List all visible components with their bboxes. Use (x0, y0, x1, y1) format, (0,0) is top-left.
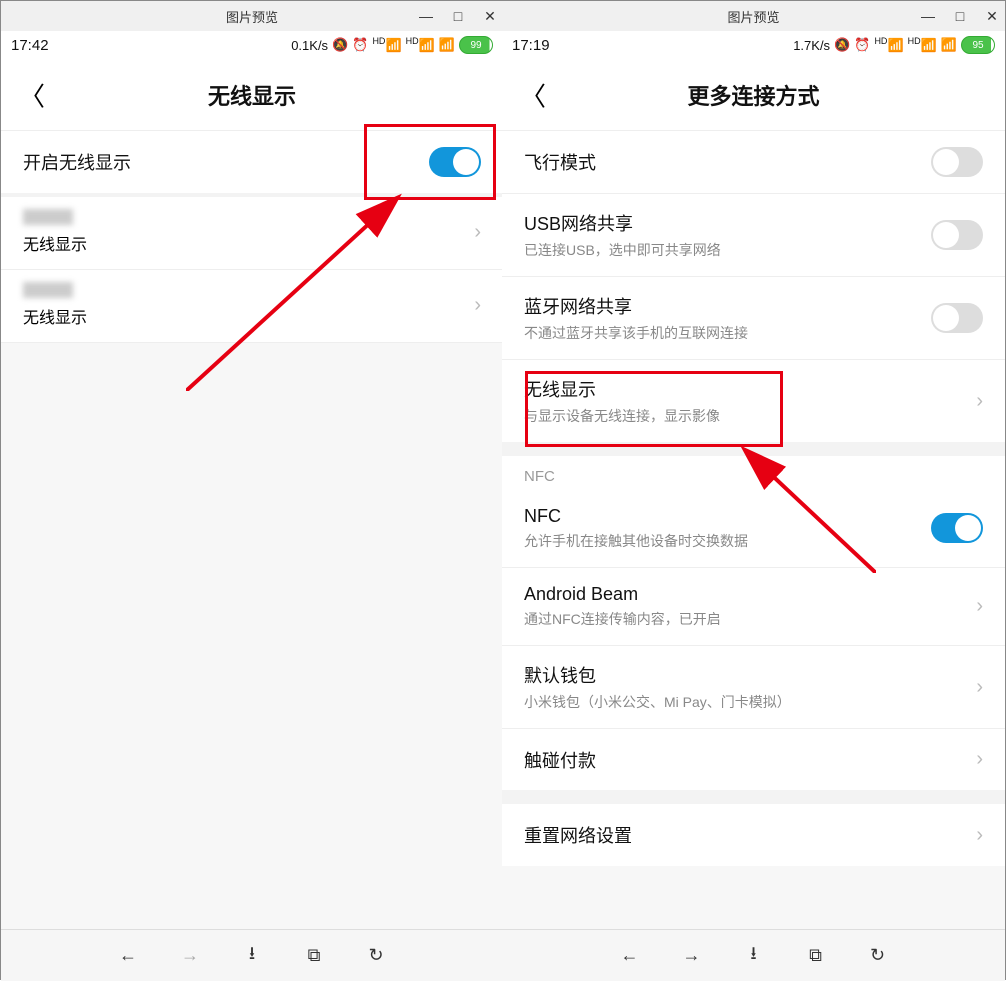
row-title: 默认钱包 (524, 662, 791, 688)
right-content: 飞行模式 USB网络共享 已连接USB，选中即可共享网络 蓝牙网络共享 不通过蓝… (502, 131, 1005, 981)
maximize-icon[interactable]: □ (951, 8, 969, 24)
android-beam-row[interactable]: Android Beam 通过NFC连接传输内容，已开启 › (502, 567, 1005, 645)
actual-size-icon[interactable]: ⧉ (805, 945, 827, 966)
window-titlebar: 图片预览 — □ ✕ (1, 1, 503, 31)
close-icon[interactable]: ✕ (481, 8, 499, 25)
enable-wireless-display-row[interactable]: 开启无线显示 (1, 131, 503, 193)
device-row[interactable]: 无线显示 › (1, 197, 503, 270)
alarm-icon: ⏰ (854, 37, 870, 53)
status-netspeed: 0.1K/s (291, 38, 328, 53)
row-sub: 与显示设备无线连接，显示影像 (524, 406, 720, 426)
page-header: 〈 无线显示 (1, 59, 503, 131)
left-content: 开启无线显示 无线显示 › 无线显示 › (1, 131, 503, 981)
airplane-mode-row[interactable]: 飞行模式 (502, 131, 1005, 193)
signal-icon: HD📶 (874, 36, 903, 53)
actual-size-icon[interactable]: ⧉ (303, 945, 325, 966)
window-controls: — □ ✕ (919, 1, 1001, 31)
default-wallet-row[interactable]: 默认钱包 小米钱包（小米公交、Mi Pay、门卡模拟） › (502, 645, 1005, 728)
mute-icon: 🔕 (332, 37, 348, 53)
nav-forward-icon[interactable]: → (681, 945, 703, 966)
row-sub: 允许手机在接触其他设备时交换数据 (524, 531, 748, 551)
wireless-display-row[interactable]: 无线显示 与显示设备无线连接，显示影像 › (502, 359, 1005, 442)
refresh-icon[interactable]: ↻ (365, 945, 387, 966)
maximize-icon[interactable]: □ (449, 8, 467, 24)
alarm-icon: ⏰ (352, 37, 368, 53)
row-sub: 已连接USB，选中即可共享网络 (524, 240, 721, 260)
phone-statusbar: 17:19 1.7K/s 🔕 ⏰ HD📶 HD📶 📶 95 (502, 31, 1005, 59)
battery-icon: 99 (459, 36, 493, 54)
page-title: 无线显示 (208, 79, 296, 111)
bt-tether-row[interactable]: 蓝牙网络共享 不通过蓝牙共享该手机的互联网连接 (502, 276, 1005, 359)
chevron-right-icon: › (976, 824, 983, 847)
nfc-row[interactable]: NFC 允许手机在接触其他设备时交换数据 (502, 489, 1005, 567)
refresh-icon[interactable]: ↻ (867, 945, 889, 966)
chevron-right-icon: › (474, 221, 481, 244)
tap-pay-row[interactable]: 触碰付款 › (502, 728, 1005, 790)
left-pane: 图片预览 — □ ✕ 17:42 0.1K/s 🔕 ⏰ HD📶 HD📶 📶 99 (1, 1, 504, 981)
row-title: 蓝牙网络共享 (524, 293, 748, 319)
device-name-blurred (23, 282, 73, 298)
reset-network-row[interactable]: 重置网络设置 › (502, 804, 1005, 866)
chevron-right-icon: › (976, 595, 983, 618)
status-time: 17:19 (512, 37, 550, 54)
battery-icon: 95 (961, 36, 995, 54)
row-title: USB网络共享 (524, 210, 721, 236)
row-title: Android Beam (524, 584, 721, 605)
window-titlebar: 图片预览 — □ ✕ (502, 1, 1005, 31)
minimize-icon[interactable]: — (417, 8, 435, 24)
row-title: 触碰付款 (524, 747, 596, 773)
minimize-icon[interactable]: — (919, 8, 937, 24)
airplane-mode-toggle[interactable] (931, 147, 983, 177)
back-button[interactable]: 〈 (520, 76, 546, 113)
nfc-toggle[interactable] (931, 513, 983, 543)
chevron-right-icon: › (976, 748, 983, 771)
chevron-right-icon: › (474, 294, 481, 317)
device-sub: 无线显示 (23, 231, 87, 255)
nav-back-icon[interactable]: ← (619, 945, 641, 966)
usb-tether-row[interactable]: USB网络共享 已连接USB，选中即可共享网络 (502, 193, 1005, 276)
phone-statusbar: 17:42 0.1K/s 🔕 ⏰ HD📶 HD📶 📶 99 (1, 31, 503, 59)
nav-forward-icon[interactable]: → (179, 945, 201, 966)
download-icon[interactable]: ⭳ (743, 941, 765, 971)
window-title: 图片预览 (226, 7, 278, 26)
viewer-toolbar: ← → ⭳ ⧉ ↻ (1, 929, 503, 981)
row-title: 重置网络设置 (524, 822, 632, 848)
nfc-section-header: NFC (502, 456, 1005, 489)
nav-back-icon[interactable]: ← (117, 945, 139, 966)
device-name-blurred (23, 209, 73, 225)
window-title: 图片预览 (727, 7, 779, 26)
row-sub: 通过NFC连接传输内容，已开启 (524, 609, 721, 629)
enable-wireless-display-toggle[interactable] (429, 147, 481, 177)
wifi-icon: 📶 (941, 37, 957, 53)
row-title: 飞行模式 (524, 149, 596, 175)
wifi-icon: 📶 (439, 37, 455, 53)
mute-icon: 🔕 (834, 37, 850, 53)
signal-icon: HD📶 (372, 36, 401, 53)
chevron-right-icon: › (976, 390, 983, 413)
right-pane: 图片预览 — □ ✕ 17:19 1.7K/s 🔕 ⏰ HD📶 HD📶 📶 95 (502, 1, 1005, 981)
viewer-toolbar: ← → ⭳ ⧉ ↻ (502, 929, 1005, 981)
window-controls: — □ ✕ (417, 1, 499, 31)
enable-wireless-display-label: 开启无线显示 (23, 149, 131, 175)
status-netspeed: 1.7K/s (793, 38, 830, 53)
download-icon[interactable]: ⭳ (241, 941, 263, 971)
page-title: 更多连接方式 (687, 79, 819, 111)
bt-tether-toggle[interactable] (931, 303, 983, 333)
back-button[interactable]: 〈 (19, 76, 45, 113)
usb-tether-toggle[interactable] (931, 220, 983, 250)
row-title: 无线显示 (524, 376, 720, 402)
signal2-icon: HD📶 (908, 36, 937, 53)
device-row[interactable]: 无线显示 › (1, 270, 503, 343)
signal2-icon: HD📶 (406, 36, 435, 53)
page-header: 〈 更多连接方式 (502, 59, 1005, 131)
row-sub: 小米钱包（小米公交、Mi Pay、门卡模拟） (524, 692, 791, 712)
chevron-right-icon: › (976, 676, 983, 699)
device-sub: 无线显示 (23, 304, 87, 328)
row-sub: 不通过蓝牙共享该手机的互联网连接 (524, 323, 748, 343)
close-icon[interactable]: ✕ (983, 8, 1001, 25)
status-time: 17:42 (11, 37, 49, 54)
row-title: NFC (524, 506, 748, 527)
